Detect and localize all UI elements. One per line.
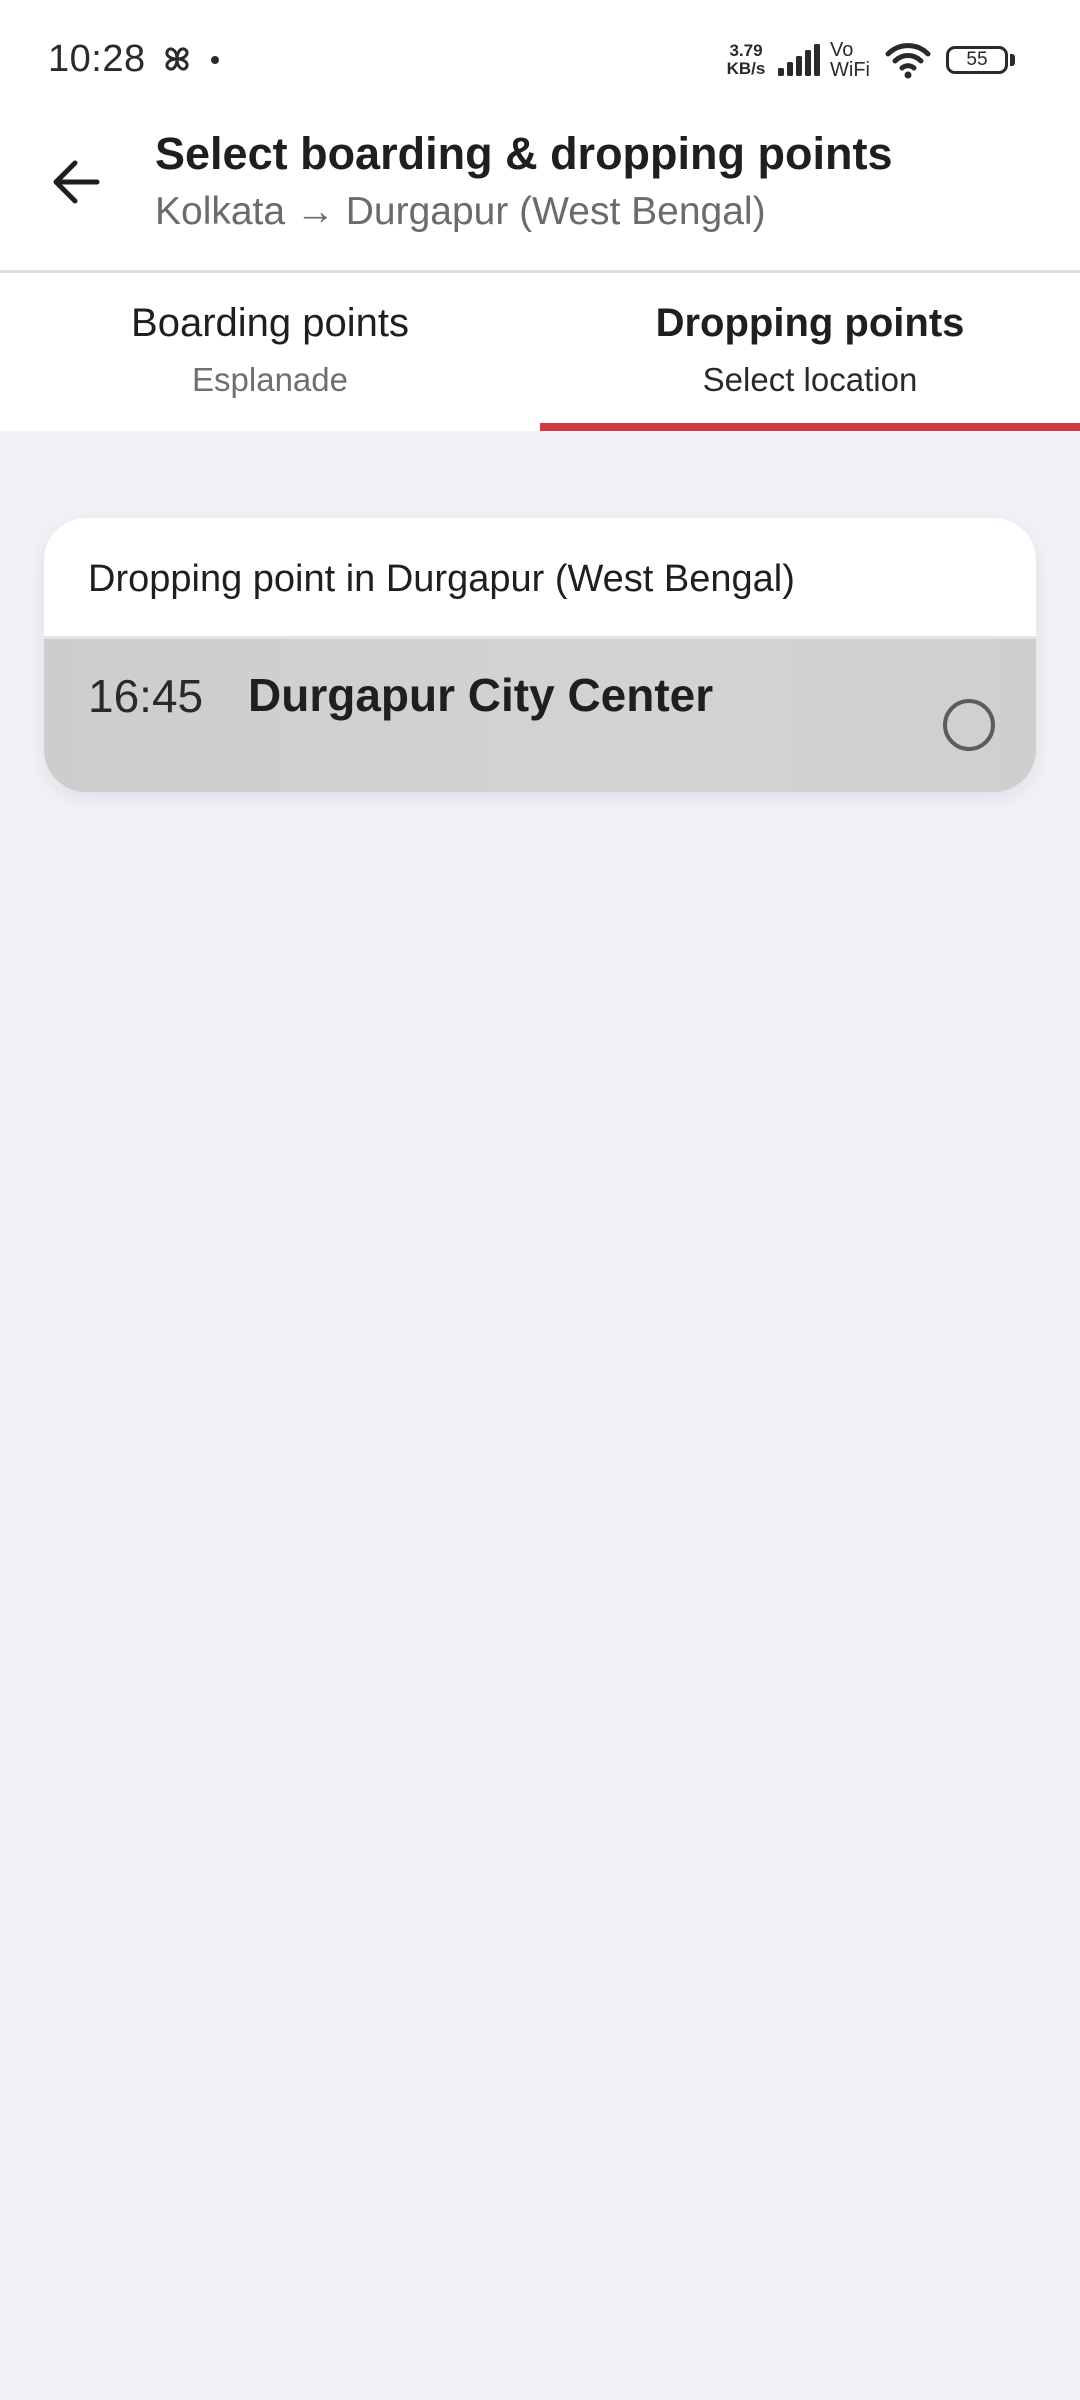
tab-boarding-sublabel: Esplanade	[192, 361, 348, 398]
back-button[interactable]	[40, 146, 112, 218]
signal-icon	[778, 44, 820, 76]
status-bar: 10:28 3.79 KB/s Vo WiFi 55	[0, 0, 1080, 118]
network-speed: 3.79 KB/s	[722, 42, 770, 78]
app-header: Select boarding & dropping points Kolkat…	[0, 118, 1080, 273]
card-heading: Dropping point in Durgapur (West Bengal)	[88, 558, 795, 600]
network-speed-value: 3.79	[729, 41, 763, 60]
dropping-point-name: Durgapur City Center	[248, 669, 714, 721]
dropping-point-radio[interactable]	[943, 699, 995, 751]
tab-boarding-points[interactable]: Boarding points Esplanade	[0, 273, 540, 431]
points-tabs: Boarding points Esplanade Dropping point…	[0, 273, 1080, 431]
notification-dot	[211, 56, 219, 64]
active-tab-indicator	[540, 423, 1080, 431]
vowifi-label: Vo WiFi	[830, 40, 878, 80]
status-time: 10:28	[48, 38, 146, 80]
tab-dropping-points[interactable]: Dropping points Select location	[540, 273, 1080, 431]
dropping-points-card: Dropping point in Durgapur (West Bengal)…	[44, 518, 1036, 792]
route-subtitle: Kolkata → Durgapur (West Bengal)	[155, 190, 766, 233]
dropping-point-time: 16:45	[88, 670, 204, 722]
tab-boarding-label: Boarding points	[131, 301, 409, 345]
tab-dropping-sublabel: Select location	[702, 361, 918, 398]
battery-tip	[1010, 54, 1015, 66]
dropping-point-row[interactable]: 16:45 Durgapur City Center	[44, 639, 1036, 792]
arrow-left-icon	[53, 160, 100, 204]
vowifi-top: Vo	[830, 39, 854, 61]
tab-dropping-label: Dropping points	[655, 301, 965, 345]
battery-icon: 55	[946, 46, 1008, 74]
network-speed-unit: KB/s	[726, 59, 766, 78]
wifi-icon	[885, 43, 931, 79]
vowifi-bottom: WiFi	[830, 59, 870, 81]
page-title: Select boarding & dropping points	[155, 128, 893, 179]
pinwheel-icon	[165, 47, 189, 71]
page: 10:28 3.79 KB/s Vo WiFi 55 Select boardi…	[0, 0, 1080, 2400]
